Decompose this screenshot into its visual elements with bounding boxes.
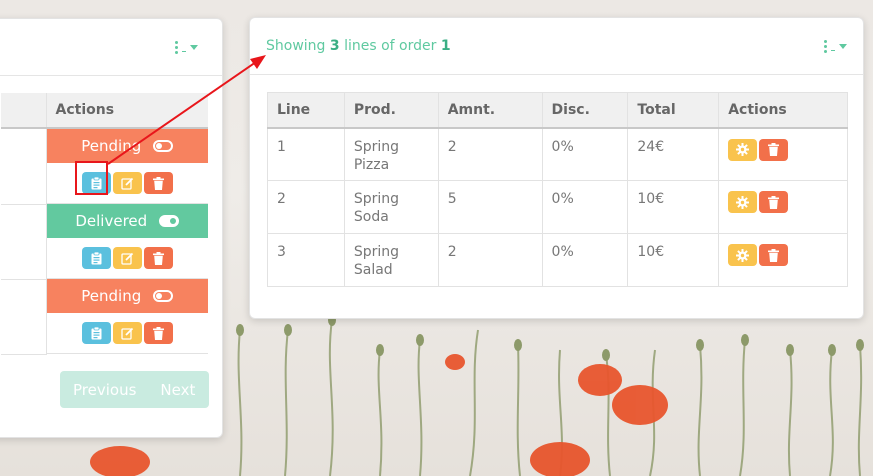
cell-amount: 2 [437, 127, 543, 181]
orders-panel: Actions Pending Delivered Pending Previo… [0, 18, 223, 438]
cell-product: Spring Pizza [343, 127, 439, 181]
edit-icon [121, 177, 133, 190]
cell-actions [718, 233, 848, 287]
trash-icon [768, 248, 780, 262]
column-header-actions: Actions [718, 92, 848, 129]
order-number: 1 [440, 38, 451, 54]
status-label: Delivered [75, 212, 148, 230]
cell-line: 1 [277, 138, 286, 155]
cell-total: 10€ [627, 180, 719, 234]
cell-discount: 0% [541, 127, 628, 181]
edit-icon [121, 252, 133, 265]
panel-title: Showing 3 lines of order 1 [266, 38, 451, 54]
order-lines-panel: Showing 3 lines of order 1 Line Prod. Am… [249, 17, 864, 319]
cell-discount: 0% [541, 180, 628, 234]
status-label: Pending [81, 287, 142, 305]
view-button[interactable] [81, 172, 111, 194]
trash-icon [768, 195, 780, 209]
kebab-menu-icon[interactable] [175, 40, 198, 54]
delete-button[interactable] [143, 172, 173, 194]
order-lines-table: Line Prod. Amnt. Disc. Total Actions 1 S… [267, 92, 848, 287]
table-row: Delivered [1, 204, 208, 280]
view-button[interactable] [81, 247, 111, 269]
cell-actions [718, 127, 848, 181]
line-count: 3 [329, 38, 340, 54]
table-row: 1 Spring Pizza 2 0% 24€ [268, 127, 848, 181]
gear-icon [736, 248, 750, 262]
delete-button[interactable] [759, 191, 789, 213]
table-row: 3 Spring Salad 2 0% 10€ [267, 233, 848, 287]
status-toggle[interactable] [153, 290, 174, 302]
status-toggle[interactable] [159, 215, 180, 227]
clipboard-icon [91, 251, 102, 264]
table-row: Pending [1, 279, 208, 355]
cell-line: 2 [267, 180, 345, 234]
clipboard-icon [91, 176, 102, 189]
settings-button[interactable] [728, 138, 758, 161]
trash-icon [152, 326, 164, 340]
edit-button[interactable] [112, 247, 142, 269]
column-header-discount: Disc. [541, 92, 628, 129]
delete-button[interactable] [143, 247, 173, 269]
cell-actions [718, 180, 848, 234]
kebab-menu-icon[interactable] [824, 39, 847, 53]
status-toggle[interactable] [153, 140, 174, 152]
orders-table: Actions Pending Delivered Pending [1, 93, 208, 355]
cell-total: 24€ [627, 127, 719, 181]
gear-icon [736, 143, 750, 156]
column-header-amount: Amnt. [437, 92, 543, 129]
cell-line: 3 [267, 233, 345, 287]
view-button[interactable] [81, 322, 111, 344]
clipboard-icon [91, 326, 102, 339]
delete-button[interactable] [759, 138, 789, 161]
cell-discount: 0% [541, 233, 628, 287]
column-header-product: Prod. [343, 92, 439, 129]
trash-icon [152, 251, 164, 265]
delete-button[interactable] [143, 322, 173, 344]
trash-icon [152, 176, 164, 190]
settings-button[interactable] [728, 191, 758, 213]
status-label: Pending [81, 137, 142, 155]
cell-amount: 5 [437, 180, 543, 234]
cell-product: Spring Soda [343, 180, 439, 234]
cell-total: 10€ [627, 233, 719, 287]
edit-icon [121, 327, 133, 340]
delete-button[interactable] [759, 244, 789, 266]
status-badge: Delivered [46, 204, 208, 238]
edit-button[interactable] [112, 322, 142, 344]
cell-product: Spring Salad [343, 233, 439, 287]
status-badge: Pending [46, 279, 208, 313]
column-header-total: Total [627, 92, 719, 129]
next-button[interactable]: Next [160, 381, 195, 399]
trash-icon [768, 143, 780, 156]
cell-amount: 2 [437, 233, 543, 287]
settings-button[interactable] [728, 244, 758, 266]
table-row: Pending [1, 128, 208, 205]
pagination: Previous Next [60, 371, 209, 408]
previous-button[interactable]: Previous [73, 381, 136, 399]
status-badge: Pending [46, 129, 208, 163]
gear-icon [736, 195, 750, 209]
column-header-line: Line [267, 92, 345, 129]
edit-button[interactable] [112, 172, 142, 194]
column-header-actions: Actions [45, 93, 208, 129]
table-row: 2 Spring Soda 5 0% 10€ [267, 180, 848, 234]
